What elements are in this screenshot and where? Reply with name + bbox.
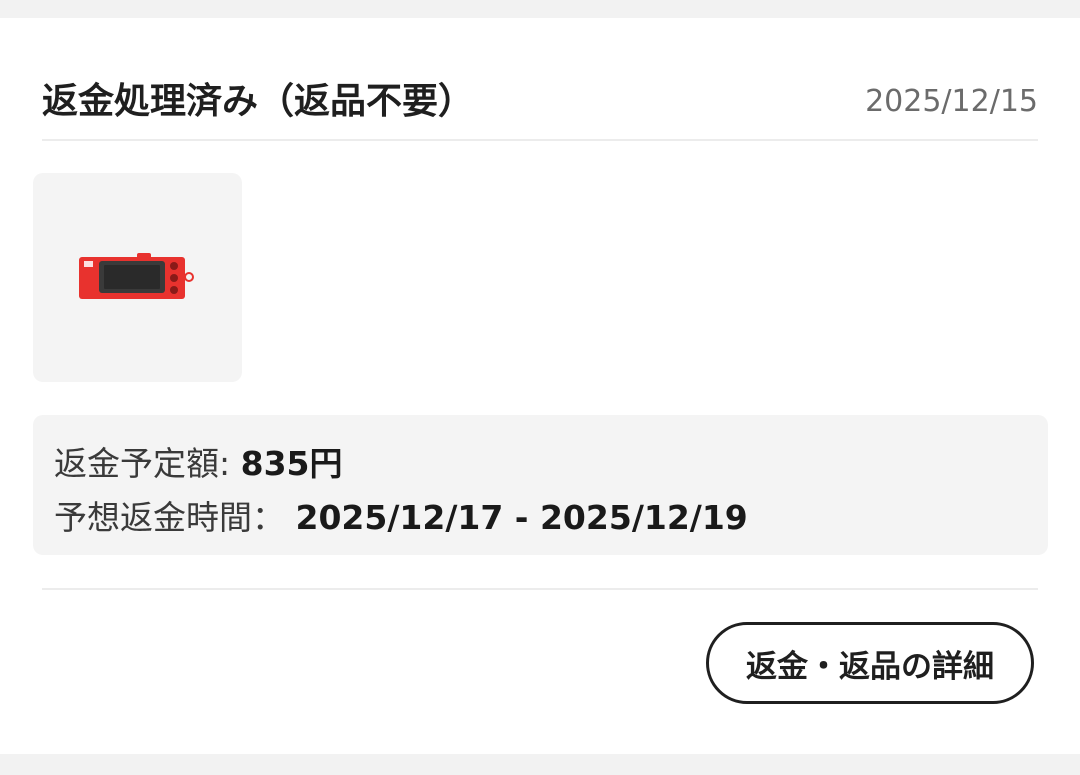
refund-time-value: 2025/12/17 - 2025/12/19 [295,498,748,537]
product-thumbnail[interactable] [33,173,242,382]
refund-amount-row: 返金予定額: 835円 [54,442,343,486]
camera-product-image [79,253,194,299]
header-divider [42,139,1038,141]
refund-status-title: 返金処理済み（返品不要） [42,81,475,122]
refund-amount-label: 返金予定額: [54,444,241,483]
refund-time-row: 予想返金時間： 2025/12/17 - 2025/12/19 [54,496,748,540]
refund-order-card: 返金処理済み（返品不要） 2025/12/15 返金予定額: 835円 予想返金… [0,18,1080,754]
footer-divider [42,588,1038,590]
order-date: 2025/12/15 [865,84,1038,119]
refund-amount-value: 835円 [240,444,343,483]
refund-info-box: 返金予定額: 835円 予想返金時間： 2025/12/17 - 2025/12… [33,415,1048,555]
refund-return-details-button[interactable]: 返金・返品の詳細 [706,622,1034,704]
refund-time-label: 予想返金時間： [54,498,296,537]
